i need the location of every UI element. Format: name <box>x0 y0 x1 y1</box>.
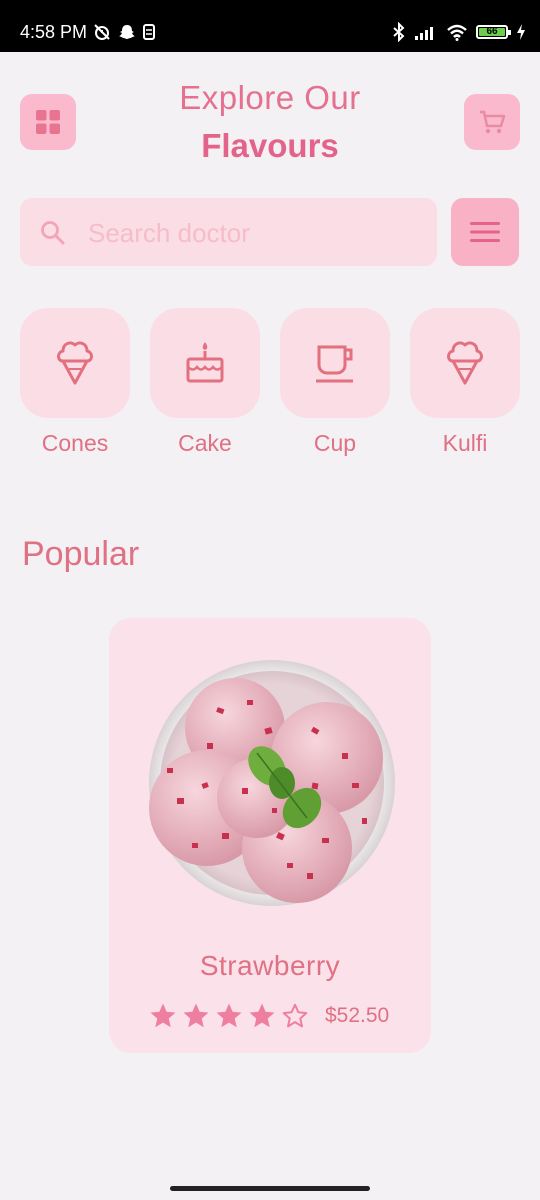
product-rating <box>148 1001 310 1031</box>
category-label: Cones <box>41 430 109 456</box>
title-line-1: Explore Our <box>179 79 361 116</box>
category-label: Cup <box>313 430 357 456</box>
product-price: $52.50 <box>325 1004 390 1027</box>
category-tile[interactable] <box>280 308 390 418</box>
category-tile[interactable] <box>410 308 520 418</box>
search-input[interactable]: Search doctor <box>20 198 437 266</box>
category-kulfi[interactable]: Kulfi <box>410 308 520 458</box>
cake-icon <box>186 342 224 383</box>
cart-icon <box>480 110 506 134</box>
search-icon <box>41 221 65 245</box>
hamburger-icon <box>470 222 500 242</box>
bluetooth-icon <box>393 22 405 42</box>
alarm-off-icon <box>94 24 110 40</box>
star-filled-icon <box>216 1003 242 1028</box>
sim-icon <box>143 24 155 40</box>
cup-icon <box>316 345 353 383</box>
product-name: Strawberry <box>199 950 341 981</box>
status-right-icons: 66 <box>392 20 526 44</box>
battery-level: 66 <box>486 26 498 37</box>
category-cake[interactable]: Cake <box>150 308 260 458</box>
ice-cream-cone-icon <box>447 341 483 385</box>
status-time: 4:58 PM <box>20 22 88 42</box>
product-image <box>149 660 395 906</box>
status-left-icons <box>92 20 156 44</box>
title-line-2: Flavours <box>201 127 339 164</box>
battery-icon: 66 <box>476 25 511 39</box>
cart-button[interactable] <box>464 94 520 150</box>
ice-cream-cone-icon <box>57 341 93 385</box>
home-indicator[interactable] <box>170 1186 370 1191</box>
category-label: Kulfi <box>442 430 488 456</box>
category-tile[interactable] <box>150 308 260 418</box>
star-outline-icon <box>282 1003 308 1028</box>
filter-button[interactable] <box>451 198 519 266</box>
charging-icon <box>517 24 525 40</box>
star-filled-icon <box>249 1003 275 1028</box>
category-cup[interactable]: Cup <box>280 308 390 458</box>
snapchat-icon <box>119 25 135 39</box>
status-bar: 4:58 PM 66 <box>0 0 540 52</box>
product-card[interactable]: Strawberry $52.50 <box>109 618 431 1053</box>
category-tile[interactable] <box>20 308 130 418</box>
signal-icon <box>415 27 433 40</box>
search-placeholder: Search doctor <box>88 218 250 248</box>
star-filled-icon <box>183 1003 209 1028</box>
star-filled-icon <box>150 1003 176 1028</box>
page-title: Explore Our Flavours <box>0 76 540 172</box>
section-title-popular: Popular <box>22 535 140 573</box>
category-label: Cake <box>178 430 232 456</box>
wifi-icon <box>447 24 467 41</box>
category-cones[interactable]: Cones <box>20 308 130 458</box>
